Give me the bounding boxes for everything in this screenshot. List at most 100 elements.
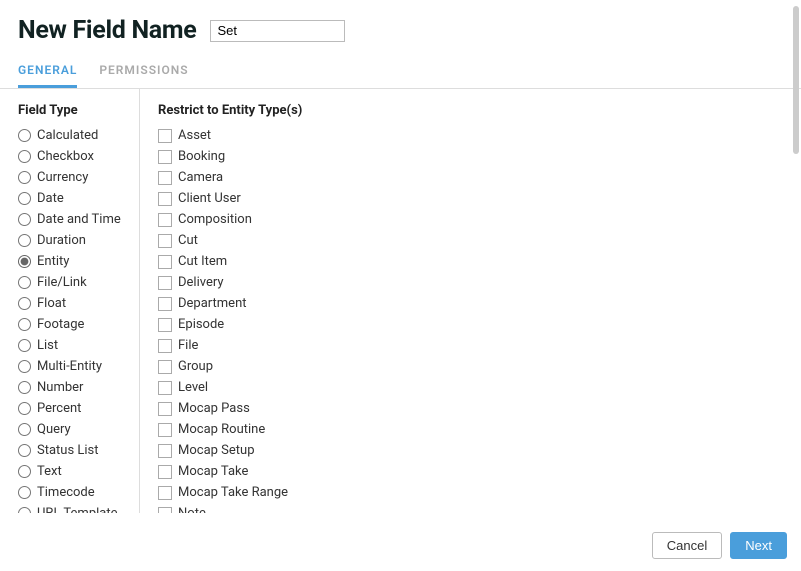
- restrict-option[interactable]: Mocap Routine: [158, 422, 783, 437]
- field-type-option[interactable]: Multi-Entity: [18, 359, 131, 374]
- field-type-radio[interactable]: [18, 150, 31, 163]
- field-type-option[interactable]: Footage: [18, 317, 131, 332]
- field-type-option[interactable]: Date: [18, 191, 131, 206]
- field-name-input[interactable]: [210, 20, 345, 42]
- restrict-option[interactable]: Note: [158, 506, 783, 513]
- field-type-radio[interactable]: [18, 465, 31, 478]
- restrict-option[interactable]: Mocap Setup: [158, 443, 783, 458]
- restrict-checkbox[interactable]: [158, 465, 172, 479]
- dialog-title: New Field Name: [18, 16, 196, 45]
- restrict-option[interactable]: Booking: [158, 149, 783, 164]
- restrict-checkbox[interactable]: [158, 360, 172, 374]
- field-type-option-label: Checkbox: [37, 149, 94, 164]
- restrict-option[interactable]: Mocap Take Range: [158, 485, 783, 500]
- restrict-option[interactable]: Group: [158, 359, 783, 374]
- field-type-option[interactable]: Number: [18, 380, 131, 395]
- field-type-radio[interactable]: [18, 297, 31, 310]
- field-type-option-label: Calculated: [37, 128, 98, 143]
- field-type-option[interactable]: Calculated: [18, 128, 131, 143]
- restrict-checkbox[interactable]: [158, 339, 172, 353]
- dialog-header: New Field Name: [0, 0, 801, 53]
- field-type-option[interactable]: Percent: [18, 401, 131, 416]
- restrict-checkbox[interactable]: [158, 276, 172, 290]
- field-type-option[interactable]: File/Link: [18, 275, 131, 290]
- dialog-footer: Cancel Next: [0, 522, 801, 571]
- tab-general[interactable]: GENERAL: [18, 53, 77, 88]
- restrict-label: Restrict to Entity Type(s): [158, 103, 783, 118]
- restrict-option[interactable]: Level: [158, 380, 783, 395]
- field-type-radio[interactable]: [18, 444, 31, 457]
- field-type-option[interactable]: List: [18, 338, 131, 353]
- restrict-option[interactable]: Composition: [158, 212, 783, 227]
- field-type-radio[interactable]: [18, 339, 31, 352]
- restrict-column: Restrict to Entity Type(s) Asset Booking C…: [140, 89, 801, 513]
- restrict-checkbox[interactable]: [158, 171, 172, 185]
- field-type-radio[interactable]: [18, 507, 31, 513]
- field-type-option-label: Timecode: [37, 485, 95, 500]
- restrict-option[interactable]: Department: [158, 296, 783, 311]
- restrict-option[interactable]: Mocap Pass: [158, 401, 783, 416]
- field-type-option[interactable]: Query: [18, 422, 131, 437]
- field-type-radio[interactable]: [18, 129, 31, 142]
- restrict-option[interactable]: Cut: [158, 233, 783, 248]
- field-type-radio[interactable]: [18, 276, 31, 289]
- tab-permissions[interactable]: PERMISSIONS: [99, 53, 188, 88]
- scrollbar-thumb[interactable]: [793, 6, 799, 154]
- restrict-checkbox[interactable]: [158, 423, 172, 437]
- restrict-checkbox[interactable]: [158, 213, 172, 227]
- field-type-radio[interactable]: [18, 318, 31, 331]
- restrict-checkbox[interactable]: [158, 192, 172, 206]
- restrict-checkbox[interactable]: [158, 444, 172, 458]
- restrict-option[interactable]: Mocap Take: [158, 464, 783, 479]
- restrict-checkbox[interactable]: [158, 150, 172, 164]
- field-type-option[interactable]: Currency: [18, 170, 131, 185]
- restrict-option-label: Group: [178, 359, 213, 374]
- restrict-option-label: Cut: [178, 233, 198, 248]
- field-type-option[interactable]: Float: [18, 296, 131, 311]
- restrict-option[interactable]: File: [158, 338, 783, 353]
- restrict-checkbox[interactable]: [158, 234, 172, 248]
- restrict-option-label: Cut Item: [178, 254, 227, 269]
- field-type-option-label: Currency: [37, 170, 88, 185]
- restrict-checkbox[interactable]: [158, 255, 172, 269]
- field-type-radio[interactable]: [18, 360, 31, 373]
- field-type-option[interactable]: Entity: [18, 254, 131, 269]
- restrict-option-label: Camera: [178, 170, 223, 185]
- restrict-checkbox[interactable]: [158, 381, 172, 395]
- field-type-option[interactable]: Text: [18, 464, 131, 479]
- field-type-option[interactable]: URL Template: [18, 506, 131, 513]
- field-type-option-label: Date and Time: [37, 212, 121, 227]
- restrict-checkbox[interactable]: [158, 318, 172, 332]
- field-type-option[interactable]: Date and Time: [18, 212, 131, 227]
- restrict-checkbox[interactable]: [158, 297, 172, 311]
- restrict-checkbox[interactable]: [158, 507, 172, 514]
- field-type-option-label: Float: [37, 296, 66, 311]
- restrict-checkbox[interactable]: [158, 402, 172, 416]
- field-type-radio[interactable]: [18, 486, 31, 499]
- field-type-radio[interactable]: [18, 171, 31, 184]
- field-type-label: Field Type: [18, 103, 131, 118]
- field-type-option[interactable]: Status List: [18, 443, 131, 458]
- field-type-radio[interactable]: [18, 234, 31, 247]
- cancel-button[interactable]: Cancel: [652, 532, 722, 559]
- restrict-option[interactable]: Asset: [158, 128, 783, 143]
- field-type-radio[interactable]: [18, 402, 31, 415]
- field-type-radio[interactable]: [18, 381, 31, 394]
- restrict-option[interactable]: Camera: [158, 170, 783, 185]
- restrict-option-label: Composition: [178, 212, 252, 227]
- restrict-option[interactable]: Episode: [158, 317, 783, 332]
- restrict-option[interactable]: Delivery: [158, 275, 783, 290]
- field-type-radio[interactable]: [18, 423, 31, 436]
- restrict-checkbox[interactable]: [158, 486, 172, 500]
- field-type-option[interactable]: Timecode: [18, 485, 131, 500]
- restrict-option-label: Level: [178, 380, 208, 395]
- next-button[interactable]: Next: [730, 532, 787, 559]
- restrict-option[interactable]: Client User: [158, 191, 783, 206]
- field-type-radio[interactable]: [18, 255, 31, 268]
- restrict-option[interactable]: Cut Item: [158, 254, 783, 269]
- restrict-checkbox[interactable]: [158, 129, 172, 143]
- field-type-radio[interactable]: [18, 192, 31, 205]
- field-type-radio[interactable]: [18, 213, 31, 226]
- field-type-option[interactable]: Checkbox: [18, 149, 131, 164]
- field-type-option[interactable]: Duration: [18, 233, 131, 248]
